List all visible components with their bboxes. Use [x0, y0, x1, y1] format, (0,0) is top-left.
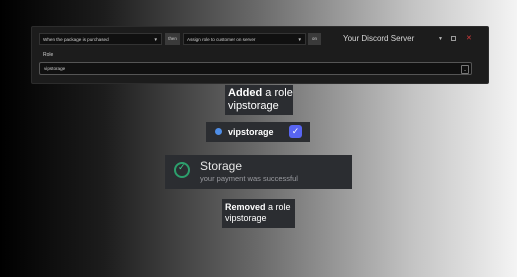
role-removed-notice: Removed a role vipstorage — [222, 199, 295, 228]
payment-success-toast: ✓ Storage your payment was successful — [165, 155, 352, 189]
server-name: Your Discord Server — [343, 34, 415, 43]
action-select-value: Assign role to customer on server — [187, 37, 256, 42]
toast-title: Storage — [200, 159, 243, 173]
role-chip-name: vipstorage — [228, 127, 274, 137]
added-rest: a role — [262, 87, 293, 99]
chevron-down-icon: ▼ — [297, 37, 302, 42]
chevron-down-icon: ▼ — [438, 36, 443, 42]
checkmark-icon[interactable]: ✓ — [289, 125, 302, 138]
close-icon[interactable]: ✕ — [466, 33, 472, 45]
role-field-label: Role — [43, 52, 54, 58]
toast-subtitle: your payment was successful — [200, 174, 298, 183]
trigger-select-value: When the package is purchased — [43, 37, 109, 42]
role-select-value: vipstorage — [44, 66, 66, 71]
chevron-down-icon: ⌄ — [461, 65, 469, 74]
added-keyword: Added — [228, 87, 263, 99]
server-select[interactable]: Your Discord Server ▼ — [323, 33, 447, 45]
removed-keyword: Removed — [225, 202, 266, 212]
success-check-icon: ✓ — [174, 162, 190, 178]
role-color-dot — [215, 128, 222, 135]
removed-role-name: vipstorage — [225, 213, 267, 223]
on-label: on — [308, 33, 321, 45]
then-label: then — [165, 33, 180, 45]
added-role-name: vipstorage — [228, 100, 279, 112]
action-select[interactable]: Assign role to customer on server ▼ — [183, 33, 306, 45]
removed-rest: a role — [265, 202, 291, 212]
duplicate-icon[interactable] — [451, 36, 456, 41]
role-select[interactable]: vipstorage ⌄ — [39, 62, 472, 75]
chevron-down-icon: ▼ — [153, 37, 158, 42]
trigger-select[interactable]: When the package is purchased ▼ — [39, 33, 162, 45]
role-added-notice: Added a role vipstorage — [225, 85, 293, 115]
